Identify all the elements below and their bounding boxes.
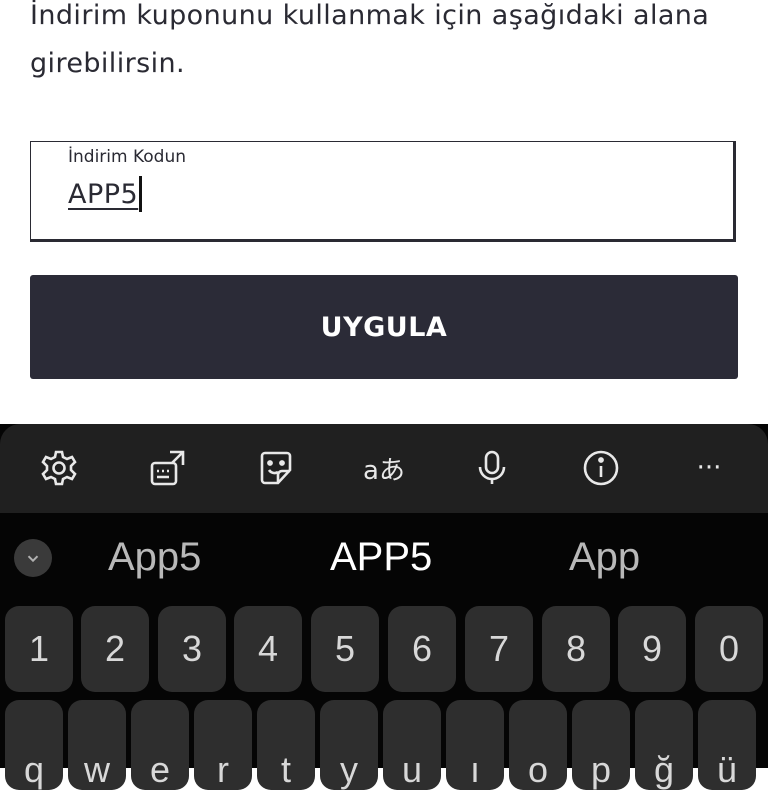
key-0[interactable]: 0 [695, 606, 763, 692]
key-p[interactable]: p [572, 700, 630, 790]
key-e[interactable]: e [131, 700, 189, 790]
coupon-code-input[interactable]: İndirim Kodun APP5 [30, 141, 736, 242]
key-5[interactable]: 5 [311, 606, 379, 692]
key-r[interactable]: r [194, 700, 252, 790]
key-3[interactable]: 3 [158, 606, 226, 692]
keyboard-resize-icon[interactable] [146, 446, 190, 490]
suggestion-left[interactable]: App5 [108, 535, 201, 580]
key-u[interactable]: u [383, 700, 441, 790]
info-icon[interactable] [579, 446, 623, 490]
key-dotless-i[interactable]: ı [446, 700, 504, 790]
chevron-down-icon[interactable] [14, 539, 52, 577]
microphone-icon[interactable] [470, 446, 514, 490]
coupon-code-value-wrap: APP5 [68, 176, 142, 212]
coupon-page: İndirim kuponunu kullanmak için aşağıdak… [0, 0, 768, 424]
key-2[interactable]: 2 [81, 606, 149, 692]
translate-icon[interactable]: aあ [362, 446, 406, 490]
suggestion-bar: App5 APP5 App [0, 513, 768, 605]
apply-coupon-button[interactable]: UYGULA [30, 275, 738, 379]
key-q[interactable]: q [5, 700, 63, 790]
suggestion-center[interactable]: APP5 [330, 535, 432, 580]
coupon-code-value: APP5 [68, 178, 139, 210]
translate-label: aあ [363, 455, 405, 486]
key-u-umlaut[interactable]: ü [698, 700, 756, 790]
key-g-breve[interactable]: ğ [635, 700, 693, 790]
more-label: ··· [696, 453, 722, 483]
sticker-icon[interactable] [254, 446, 298, 490]
coupon-code-label: İndirim Kodun [68, 147, 187, 167]
key-8[interactable]: 8 [542, 606, 610, 692]
key-6[interactable]: 6 [388, 606, 456, 692]
keyboard: aあ ··· App5 APP5 App 1 2 3 4 5 6 7 8 9 0… [0, 424, 768, 790]
key-9[interactable]: 9 [618, 606, 686, 692]
key-w[interactable]: w [68, 700, 126, 790]
key-1[interactable]: 1 [5, 606, 73, 692]
key-y[interactable]: y [320, 700, 378, 790]
settings-icon[interactable] [37, 446, 81, 490]
more-icon[interactable]: ··· [687, 446, 731, 490]
key-4[interactable]: 4 [234, 606, 302, 692]
key-7[interactable]: 7 [465, 606, 533, 692]
key-o[interactable]: o [509, 700, 567, 790]
coupon-description: İndirim kuponunu kullanmak için aşağıdak… [30, 0, 710, 79]
keyboard-toolbar: aあ ··· [0, 424, 768, 513]
key-t[interactable]: t [257, 700, 315, 790]
suggestion-right[interactable]: App [569, 535, 640, 580]
text-caret [139, 176, 142, 212]
